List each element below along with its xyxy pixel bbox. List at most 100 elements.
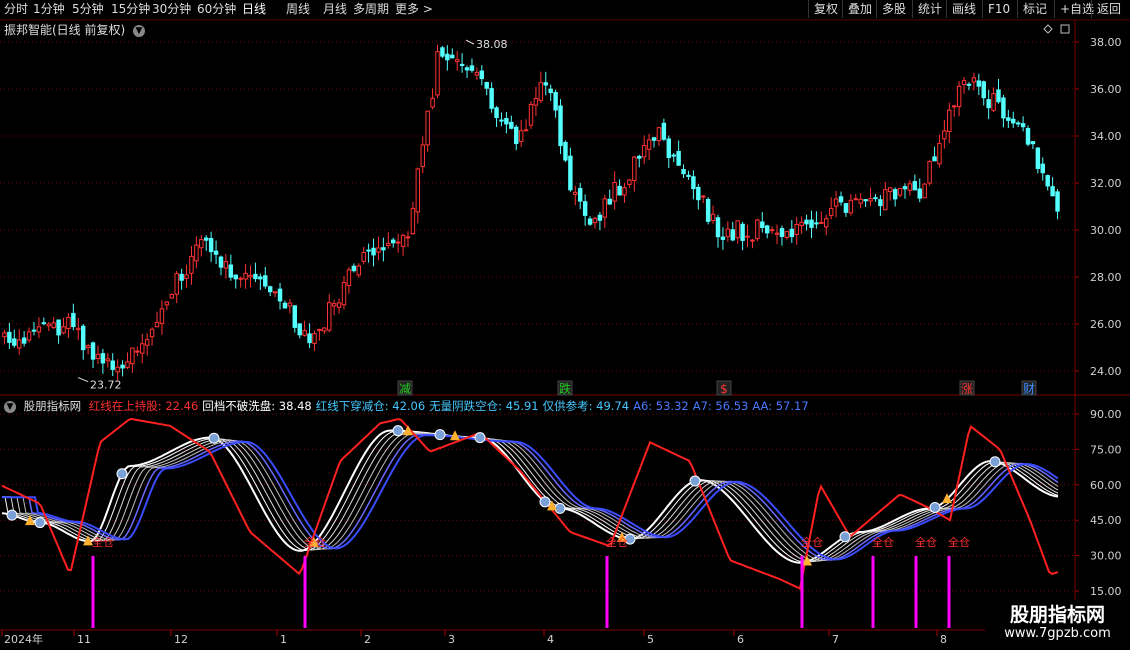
candle-body xyxy=(228,264,234,278)
high-label: 38.08 xyxy=(476,38,508,51)
legend-item: 红线下穿减仓: 42.06 xyxy=(315,399,426,413)
candle-body xyxy=(764,225,770,234)
candle-body xyxy=(494,107,499,119)
event-marker: 财 xyxy=(1023,382,1035,396)
candle-body xyxy=(942,130,947,140)
candle-body xyxy=(282,302,288,309)
candle-body xyxy=(46,323,51,327)
candle-body xyxy=(169,294,174,299)
legend-item: 仅供参考: 49.74 xyxy=(542,399,630,413)
event-marker: $ xyxy=(720,382,728,396)
legend-item: AA: 57.17 xyxy=(752,399,809,413)
candle-body xyxy=(868,198,873,202)
candle-body xyxy=(863,199,868,202)
candle-body xyxy=(12,338,17,346)
candle-body xyxy=(174,273,179,295)
chevron-down-icon[interactable]: ▼ xyxy=(4,400,16,413)
signal-label: 全仓 xyxy=(872,535,894,549)
signal-label: 全仓 xyxy=(801,535,823,549)
chart-canvas[interactable]: 38.00 36.00 34.00 32.00 30.00 28.00 26.00 24.00… xyxy=(0,0,1130,650)
candle-body xyxy=(971,77,977,83)
candle-body xyxy=(17,339,22,349)
candle-body xyxy=(1055,191,1060,212)
candle-body xyxy=(927,160,932,184)
candle-body xyxy=(292,305,298,328)
candle-body xyxy=(105,358,111,362)
candle-body xyxy=(956,85,962,108)
candle-body xyxy=(641,145,647,158)
signal-label: 全仓 xyxy=(606,535,628,549)
shield-icon xyxy=(689,475,701,487)
candle-body xyxy=(223,261,229,269)
candle-body xyxy=(917,188,922,199)
chart-title: 振邦智能(日线 前复权) ▼ xyxy=(4,21,146,38)
candle-body xyxy=(858,198,863,204)
x-tick-label: 6 xyxy=(737,633,744,646)
candle-body xyxy=(464,67,470,71)
candle-body xyxy=(750,239,755,242)
candle-body xyxy=(381,247,386,251)
candle-body xyxy=(415,168,421,213)
candle-body xyxy=(371,247,376,256)
event-marker: 减 xyxy=(399,382,411,396)
candle-body xyxy=(740,223,745,241)
candle-body xyxy=(238,277,243,280)
ma-line xyxy=(2,433,1059,561)
chevron-down-icon[interactable]: ▼ xyxy=(133,24,146,37)
candle-body xyxy=(1040,163,1045,174)
shield-icon xyxy=(434,429,446,441)
candle-body xyxy=(100,353,106,364)
candle-body xyxy=(504,117,509,125)
candle-body xyxy=(769,229,775,232)
indicator-name[interactable]: 股朋指标网 xyxy=(24,399,82,413)
candle-body xyxy=(435,51,440,96)
candle-body xyxy=(425,110,430,146)
legend-item: 回档不破洗盘: 38.48 xyxy=(202,399,312,413)
candle-body xyxy=(1030,141,1036,145)
x-tick-label: 12 xyxy=(174,633,188,646)
candle-body xyxy=(331,303,337,307)
candle-body xyxy=(991,93,996,111)
candle-body xyxy=(607,198,612,205)
candle-body xyxy=(760,221,765,228)
event-marker: 跌 xyxy=(559,381,571,396)
candle-body xyxy=(883,189,888,211)
watermark-title: 股朋指标网 xyxy=(1009,604,1105,626)
candle-body xyxy=(735,220,740,239)
candle-body xyxy=(336,302,342,308)
candle-body xyxy=(696,186,701,201)
candle-body xyxy=(518,130,524,143)
candle-body xyxy=(253,273,258,280)
candle-body xyxy=(573,191,578,195)
candle-body xyxy=(149,328,155,338)
candle-body xyxy=(327,302,332,331)
candle-body xyxy=(474,71,480,76)
candle-body xyxy=(307,333,312,344)
candle-body xyxy=(164,301,170,306)
candle-body xyxy=(90,342,96,360)
candle-body xyxy=(430,97,435,108)
y-tick-label: 26.00 xyxy=(1090,318,1122,331)
candle-body xyxy=(208,238,214,253)
candle-body xyxy=(346,269,352,287)
candle-body xyxy=(681,169,686,175)
candle-body xyxy=(637,155,642,159)
candle-body xyxy=(140,343,145,354)
candle-body xyxy=(937,142,942,165)
candle-body xyxy=(400,234,406,247)
candle-body xyxy=(479,70,485,80)
shield-icon xyxy=(208,432,220,444)
ma-line xyxy=(2,434,1059,561)
x-tick-label: 2024年 xyxy=(4,632,43,646)
y-tick-label: 38.00 xyxy=(1090,36,1122,49)
candle-body xyxy=(632,156,637,182)
y-tick-label: 34.00 xyxy=(1090,130,1122,143)
candle-body xyxy=(514,126,519,145)
watermark: 股朋指标网 www.7gpzb.com xyxy=(985,600,1130,648)
candle-body xyxy=(676,150,681,166)
low-label: 23.72 xyxy=(90,379,122,392)
candle-body xyxy=(258,276,263,280)
candle-body xyxy=(1006,117,1011,121)
x-tick-label: 8 xyxy=(940,633,947,646)
candle-body xyxy=(376,247,381,253)
